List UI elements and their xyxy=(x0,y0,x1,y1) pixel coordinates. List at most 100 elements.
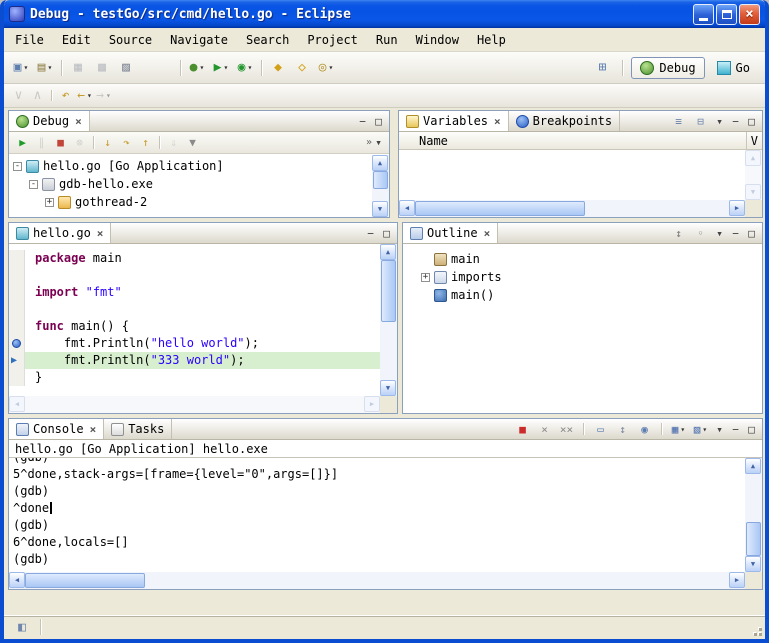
menu-source[interactable]: Source xyxy=(100,30,161,50)
menu-edit[interactable]: Edit xyxy=(53,30,100,50)
close-tab-icon[interactable]: × xyxy=(494,115,501,128)
open-file-icon[interactable]: ◇ xyxy=(290,56,314,80)
new-launch-icon[interactable]: ▤▾ xyxy=(33,56,57,80)
variables-content[interactable] xyxy=(399,150,745,200)
maximize-button[interactable] xyxy=(716,4,737,25)
minimize-button[interactable] xyxy=(693,4,714,25)
close-button[interactable]: × xyxy=(739,4,760,25)
filter-icon[interactable]: ◦ xyxy=(691,224,710,243)
minimize-view-icon[interactable]: − xyxy=(729,424,742,435)
scroll-up-button[interactable]: ▲ xyxy=(745,458,761,474)
tree-item[interactable]: main() xyxy=(417,286,762,304)
titlebar[interactable]: Debug - testGo/src/cmd/hello.go - Eclips… xyxy=(4,0,765,28)
resume-icon[interactable]: ▶ xyxy=(13,133,32,152)
close-tab-icon[interactable]: × xyxy=(97,227,104,240)
minimize-view-icon[interactable]: − xyxy=(729,116,742,127)
gutter-ruler[interactable]: ▶ xyxy=(9,352,25,369)
scrollbar-thumb[interactable] xyxy=(381,260,396,322)
tab-breakpoints[interactable]: Breakpoints xyxy=(509,111,620,131)
open-folder-icon[interactable]: ◆ xyxy=(266,56,290,80)
view-menu-icon[interactable]: ▾ xyxy=(713,116,726,127)
search-icon[interactable]: ◎▾ xyxy=(314,56,338,80)
console-output[interactable]: (gdb) 5^done,stack-args=[frame={level="0… xyxy=(9,458,745,572)
close-tab-icon[interactable]: × xyxy=(484,227,491,240)
editor-code[interactable]: package mainimport "fmt"func main() { fm… xyxy=(9,244,380,396)
gutter-ruler[interactable] xyxy=(9,301,25,318)
menu-project[interactable]: Project xyxy=(298,30,367,50)
show-type-names-icon[interactable]: ≡ xyxy=(669,112,688,131)
step-over-icon[interactable]: ↷ xyxy=(117,133,136,152)
column-value[interactable]: V xyxy=(746,132,762,149)
gutter-ruler[interactable] xyxy=(9,250,25,267)
variables-horizontal-scrollbar[interactable]: ◀▶ xyxy=(399,200,745,217)
tab-console[interactable]: Console× xyxy=(9,419,104,439)
scroll-left-button[interactable]: ◀ xyxy=(9,572,25,588)
maximize-view-icon[interactable]: □ xyxy=(372,116,385,127)
minimize-view-icon[interactable]: − xyxy=(356,116,369,127)
debug-icon[interactable]: ●▾ xyxy=(185,56,209,80)
scroll-down-button[interactable]: ▼ xyxy=(745,556,761,572)
scroll-down-button[interactable]: ▼ xyxy=(372,201,388,217)
last-edit-location-icon[interactable]: ↶ xyxy=(56,86,75,105)
step-into-icon[interactable]: ↓ xyxy=(98,133,117,152)
code-line[interactable]: } xyxy=(9,369,380,386)
terminate-icon[interactable]: ■ xyxy=(513,420,532,439)
scroll-down-button[interactable]: ▼ xyxy=(380,380,396,396)
view-menu-icon[interactable]: ▾ xyxy=(713,424,726,435)
tree-item[interactable]: +gothread-2 xyxy=(9,193,372,211)
breakpoint-icon[interactable] xyxy=(12,339,21,348)
menu-run[interactable]: Run xyxy=(367,30,407,50)
run-icon[interactable]: ▶▾ xyxy=(209,56,233,80)
console-horizontal-scrollbar[interactable]: ◀▶ xyxy=(9,572,745,589)
variables-column-header[interactable]: Name V xyxy=(399,132,762,150)
external-tools-icon[interactable]: ◉▾ xyxy=(233,56,257,80)
back-icon[interactable]: ←▾ xyxy=(75,86,94,105)
tab-variables[interactable]: Variables× xyxy=(399,111,509,131)
pin-console-icon[interactable]: ◉ xyxy=(635,420,654,439)
code-line[interactable]: func main() { xyxy=(9,318,380,335)
code-line[interactable]: import "fmt" xyxy=(9,284,380,301)
close-tab-icon[interactable]: × xyxy=(75,115,82,128)
scrollbar-thumb[interactable] xyxy=(415,201,585,216)
minimize-view-icon[interactable]: − xyxy=(729,228,742,239)
scrollbar-thumb[interactable] xyxy=(25,573,145,588)
code-line[interactable]: package main xyxy=(9,250,380,267)
menu-search[interactable]: Search xyxy=(237,30,298,50)
scrollbar-thumb[interactable] xyxy=(373,171,388,189)
maximize-view-icon[interactable]: □ xyxy=(745,424,758,435)
tree-item[interactable]: +imports xyxy=(417,268,762,286)
code-line[interactable] xyxy=(9,267,380,284)
tree-item[interactable]: -gdb-hello.exe xyxy=(9,175,372,193)
expander-icon[interactable]: - xyxy=(13,162,22,171)
gutter-ruler[interactable] xyxy=(9,284,25,301)
tree-item[interactable]: -hello.go [Go Application] xyxy=(9,157,372,175)
tab-debug[interactable]: Debug× xyxy=(9,111,90,131)
editor-vertical-scrollbar[interactable]: ▲▼ xyxy=(380,244,397,396)
scroll-right-button[interactable]: ▶ xyxy=(729,200,745,216)
print-icon[interactable]: ▨ xyxy=(114,56,138,80)
column-name[interactable]: Name xyxy=(399,134,448,148)
expander-icon[interactable]: + xyxy=(45,198,54,207)
view-menu-icon[interactable]: ▾ xyxy=(713,228,726,239)
maximize-view-icon[interactable]: □ xyxy=(745,228,758,239)
open-console-icon[interactable]: ▧▾ xyxy=(691,420,710,439)
expander-icon[interactable]: + xyxy=(421,273,430,282)
debug-tree[interactable]: -hello.go [Go Application]-gdb-hello.exe… xyxy=(9,155,372,217)
maximize-view-icon[interactable]: □ xyxy=(745,116,758,127)
terminate-icon[interactable]: ■ xyxy=(51,133,70,152)
maximize-view-icon[interactable]: □ xyxy=(380,228,393,239)
tab-tasks[interactable]: Tasks xyxy=(104,419,172,439)
new-wizard-icon[interactable]: ▣▾ xyxy=(9,56,33,80)
tab-outline[interactable]: Outline× xyxy=(403,223,498,243)
console-vertical-scrollbar[interactable]: ▲▼ xyxy=(745,458,762,572)
outline-tree[interactable]: main+importsmain() xyxy=(403,244,762,413)
scroll-left-button[interactable]: ◀ xyxy=(399,200,415,216)
perspective-debug[interactable]: Debug xyxy=(631,57,704,79)
menu-file[interactable]: File xyxy=(6,30,53,50)
sort-icon[interactable]: ↕ xyxy=(669,224,688,243)
collapse-all-icon[interactable]: ⊟ xyxy=(691,112,710,131)
code-line[interactable]: ▶ fmt.Println("333 world"); xyxy=(9,352,380,369)
menu-window[interactable]: Window xyxy=(407,30,468,50)
clear-console-icon[interactable]: ▭ xyxy=(591,420,610,439)
debug-vertical-scrollbar[interactable]: ▲▼ xyxy=(372,155,389,217)
